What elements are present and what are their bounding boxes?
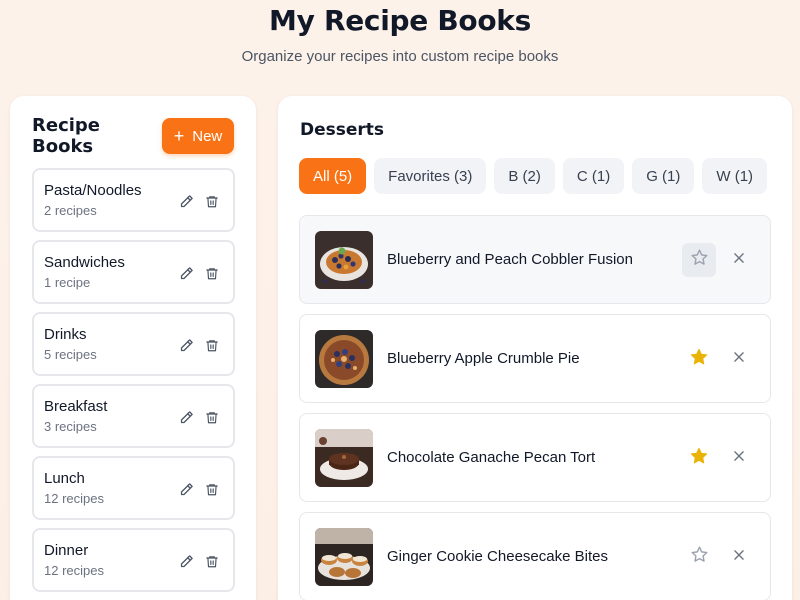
sidebar-header: Recipe Books + New [32, 115, 234, 157]
recipe-thumbnail [315, 429, 373, 487]
recipe-list: Blueberry and Peach Cobbler Fusion Blueb… [299, 215, 771, 600]
edit-icon[interactable] [179, 554, 194, 569]
plus-icon: + [173, 126, 185, 146]
remove-recipe-button[interactable] [724, 540, 754, 574]
filter-tab-c[interactable]: C (1) [562, 158, 625, 194]
book-list: Pasta/Noodles 2 recipes Sandwiches 1 rec… [32, 168, 235, 600]
edit-icon[interactable] [179, 482, 194, 497]
trash-icon[interactable] [205, 554, 219, 569]
book-actions [179, 266, 219, 281]
recipe-thumbnail [315, 330, 373, 388]
book-item[interactable]: Drinks 5 recipes [32, 312, 235, 376]
book-title: Desserts [300, 120, 385, 140]
recipe-name: Blueberry Apple Crumble Pie [387, 350, 580, 367]
close-icon [732, 251, 746, 270]
book-item[interactable]: Sandwiches 1 recipe [32, 240, 235, 304]
book-item[interactable]: Breakfast 3 recipes [32, 384, 235, 448]
close-icon [732, 548, 746, 567]
favorite-button[interactable] [682, 243, 716, 277]
book-item[interactable]: Pasta/Noodles 2 recipes [32, 168, 235, 232]
book-item[interactable]: Dinner 12 recipes [32, 528, 235, 592]
recipe-books-sidebar: Recipe Books + New Pasta/Noodles 2 recip… [10, 96, 256, 600]
favorite-button[interactable] [682, 540, 716, 574]
book-actions [179, 338, 219, 353]
filter-tab-w[interactable]: W (1) [702, 158, 768, 194]
trash-icon[interactable] [205, 410, 219, 425]
edit-icon[interactable] [179, 338, 194, 353]
book-actions [179, 482, 219, 497]
remove-recipe-button[interactable] [724, 441, 754, 475]
recipe-thumbnail [315, 528, 373, 586]
new-button-label: New [192, 127, 223, 145]
star-outline-icon [690, 248, 709, 272]
filter-tab-b[interactable]: B (2) [494, 158, 555, 194]
book-actions [179, 194, 219, 209]
new-book-button[interactable]: + New [162, 118, 234, 154]
star-filled-icon [689, 347, 709, 372]
recipe-name: Chocolate Ganache Pecan Tort [387, 449, 596, 466]
recipe-book-panel: Desserts All (5) Favorites (3) B (2) C (… [278, 96, 792, 600]
recipe-item[interactable]: Chocolate Ganache Pecan Tort [299, 413, 771, 502]
trash-icon[interactable] [205, 482, 219, 497]
star-filled-icon [689, 446, 709, 471]
recipe-item[interactable]: Blueberry and Peach Cobbler Fusion [299, 215, 771, 304]
trash-icon[interactable] [205, 266, 219, 281]
filter-tabs: All (5) Favorites (3) B (2) C (1) G (1) … [299, 158, 768, 194]
filter-tab-all[interactable]: All (5) [299, 158, 367, 194]
page-subtitle: Organize your recipes into custom recipe… [241, 48, 559, 65]
edit-icon[interactable] [179, 410, 194, 425]
trash-icon[interactable] [205, 194, 219, 209]
filter-tab-g[interactable]: G (1) [632, 158, 695, 194]
star-outline-icon [690, 545, 709, 569]
close-icon [732, 350, 746, 369]
remove-recipe-button[interactable] [724, 342, 754, 376]
sidebar-title: Recipe Books [32, 115, 101, 157]
book-actions [179, 554, 219, 569]
edit-icon[interactable] [179, 266, 194, 281]
book-item[interactable]: Lunch 12 recipes [32, 456, 235, 520]
trash-icon[interactable] [205, 338, 219, 353]
recipe-thumbnail [315, 231, 373, 289]
page-title: My Recipe Books [269, 4, 531, 37]
close-icon [732, 449, 746, 468]
recipe-item[interactable]: Blueberry Apple Crumble Pie [299, 314, 771, 403]
edit-icon[interactable] [179, 194, 194, 209]
recipe-name: Blueberry and Peach Cobbler Fusion [387, 251, 633, 268]
filter-tab-favorites[interactable]: Favorites (3) [374, 158, 487, 194]
remove-recipe-button[interactable] [724, 243, 754, 277]
favorite-button[interactable] [682, 441, 716, 475]
favorite-button[interactable] [682, 342, 716, 376]
book-actions [179, 410, 219, 425]
recipe-item[interactable]: Ginger Cookie Cheesecake Bites [299, 512, 771, 600]
page-header: My Recipe Books Organize your recipes in… [0, 0, 800, 66]
recipe-name: Ginger Cookie Cheesecake Bites [387, 548, 608, 565]
